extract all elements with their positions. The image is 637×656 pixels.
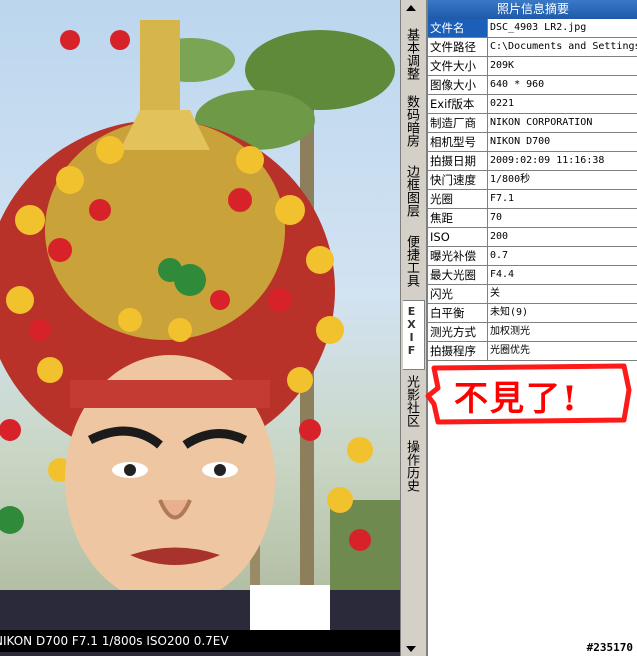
exif-key: 白平衡	[428, 303, 488, 323]
annotation-text: 不見了!	[454, 379, 579, 419]
tab-label: EXIF	[405, 305, 418, 357]
tab-community[interactable]: 光影社区	[403, 375, 424, 427]
exif-key: 相机型号	[428, 132, 488, 152]
tab-label: 光影社区	[404, 375, 419, 427]
exif-key: 测光方式	[428, 322, 488, 342]
panel-title: 照片信息摘要	[428, 0, 637, 19]
exif-row[interactable]: 快门速度 1/800秒	[428, 170, 637, 190]
exif-key: 最大光圈	[428, 265, 488, 285]
exif-row[interactable]: 闪光关	[428, 284, 637, 304]
exif-key: 曝光补偿	[428, 246, 488, 266]
photo-image	[0, 20, 400, 656]
photo-caption: NIKON D700 F7.1 1/800s ISO200 0.7EV	[0, 630, 400, 652]
exif-value: C:\Documents and Settings	[487, 37, 637, 57]
photo-caption-text: NIKON D700 F7.1 1/800s ISO200 0.7EV	[0, 634, 229, 648]
exif-key: 文件大小	[428, 56, 488, 76]
exif-value: 关	[487, 284, 637, 304]
exif-key: 拍摄日期	[428, 151, 488, 171]
exif-row[interactable]: 光圈 F7.1	[428, 189, 637, 209]
exif-row[interactable]: 文件大小 209K	[428, 56, 637, 76]
exif-key: 拍摄程序	[428, 341, 488, 361]
watermark: #235170	[586, 641, 633, 654]
exif-key: ISO	[428, 227, 488, 247]
exif-value: NIKON D700	[487, 132, 637, 152]
exif-key: 焦距	[428, 208, 488, 228]
tab-label: 边框图层	[404, 165, 419, 217]
exif-row[interactable]: ISO 200	[428, 227, 637, 247]
exif-value: 2009:02:09 11:16:38	[487, 151, 637, 171]
exif-key: 文件名	[428, 19, 488, 38]
exif-value: 加权测光	[487, 322, 637, 342]
exif-value: 200	[487, 227, 637, 247]
tab-digital-darkroom[interactable]: 数码暗房	[403, 95, 424, 147]
exif-row[interactable]: 测光方式 加权测光	[428, 322, 637, 342]
tab-exif[interactable]: EXIF	[403, 300, 425, 370]
annotation-callout: 不見了!	[424, 360, 634, 430]
exif-row[interactable]: 文件路径 C:\Documents and Settings	[428, 37, 637, 57]
exif-key: 图像大小	[428, 75, 488, 95]
exif-row[interactable]: 最大光圈 F4.4	[428, 265, 637, 285]
exif-value: 光圈优先	[487, 341, 637, 361]
vertical-tab-strip: 基本调整 数码暗房 边框图层 便捷工具 EXIF 光影社区 操作历史	[400, 0, 427, 656]
tab-label: 便捷工具	[404, 235, 419, 287]
scroll-up-arrow-icon[interactable]	[406, 5, 416, 11]
exif-value: 640 * 960	[487, 75, 637, 95]
exif-key: 闪光	[428, 284, 488, 304]
exif-key: 文件路径	[428, 37, 488, 57]
tab-label: 基本调整	[404, 28, 419, 80]
photo-preview: NIKON D700 F7.1 1/800s ISO200 0.7EV	[0, 0, 400, 656]
exif-key: 光圈	[428, 189, 488, 209]
exif-key: 制造厂商	[428, 113, 488, 133]
exif-value: 0.7	[487, 246, 637, 266]
exif-value: 70	[487, 208, 637, 228]
scroll-down-arrow-icon[interactable]	[406, 646, 416, 652]
tab-frame-layer[interactable]: 边框图层	[403, 165, 424, 217]
exif-row[interactable]: 相机型号 NIKON D700	[428, 132, 637, 152]
exif-value: 0221	[487, 94, 637, 114]
exif-value: 1/800秒	[487, 170, 637, 190]
tab-label: 数码暗房	[404, 95, 419, 147]
exif-row[interactable]: 图像大小 640 * 960	[428, 75, 637, 95]
exif-row[interactable]: 曝光补偿 0.7	[428, 246, 637, 266]
exif-row[interactable]: 制造厂商 NIKON CORPORATION	[428, 113, 637, 133]
exif-row[interactable]: Exif版本 0221	[428, 94, 637, 114]
tab-basic-adjust[interactable]: 基本调整	[403, 28, 424, 80]
exif-value: F7.1	[487, 189, 637, 209]
exif-row[interactable]: 文件名 DSC_4903 LR2.jpg	[428, 19, 637, 38]
exif-row[interactable]: 拍摄程序 光圈优先	[428, 341, 637, 361]
exif-info-panel: 照片信息摘要 文件名 DSC_4903 LR2.jpg 文件路径 C:\Documen…	[427, 0, 637, 656]
exif-table: 文件名 DSC_4903 LR2.jpg 文件路径 C:\Documents and …	[428, 19, 637, 361]
exif-value: NIKON CORPORATION	[487, 113, 637, 133]
exif-value: 未知(9)	[487, 303, 637, 323]
exif-row[interactable]: 拍摄日期 2009:02:09 11:16:38	[428, 151, 637, 171]
exif-value: 209K	[487, 56, 637, 76]
exif-row[interactable]: 白平衡 未知(9)	[428, 303, 637, 323]
exif-value: F4.4	[487, 265, 637, 285]
exif-key: 快门速度	[428, 170, 488, 190]
tab-quick-tools[interactable]: 便捷工具	[403, 235, 424, 287]
exif-row[interactable]: 焦距 70	[428, 208, 637, 228]
tab-history[interactable]: 操作历史	[403, 440, 424, 492]
exif-key: Exif版本	[428, 94, 488, 114]
tab-label: 操作历史	[404, 440, 419, 492]
exif-value: DSC_4903 LR2.jpg	[487, 19, 637, 38]
